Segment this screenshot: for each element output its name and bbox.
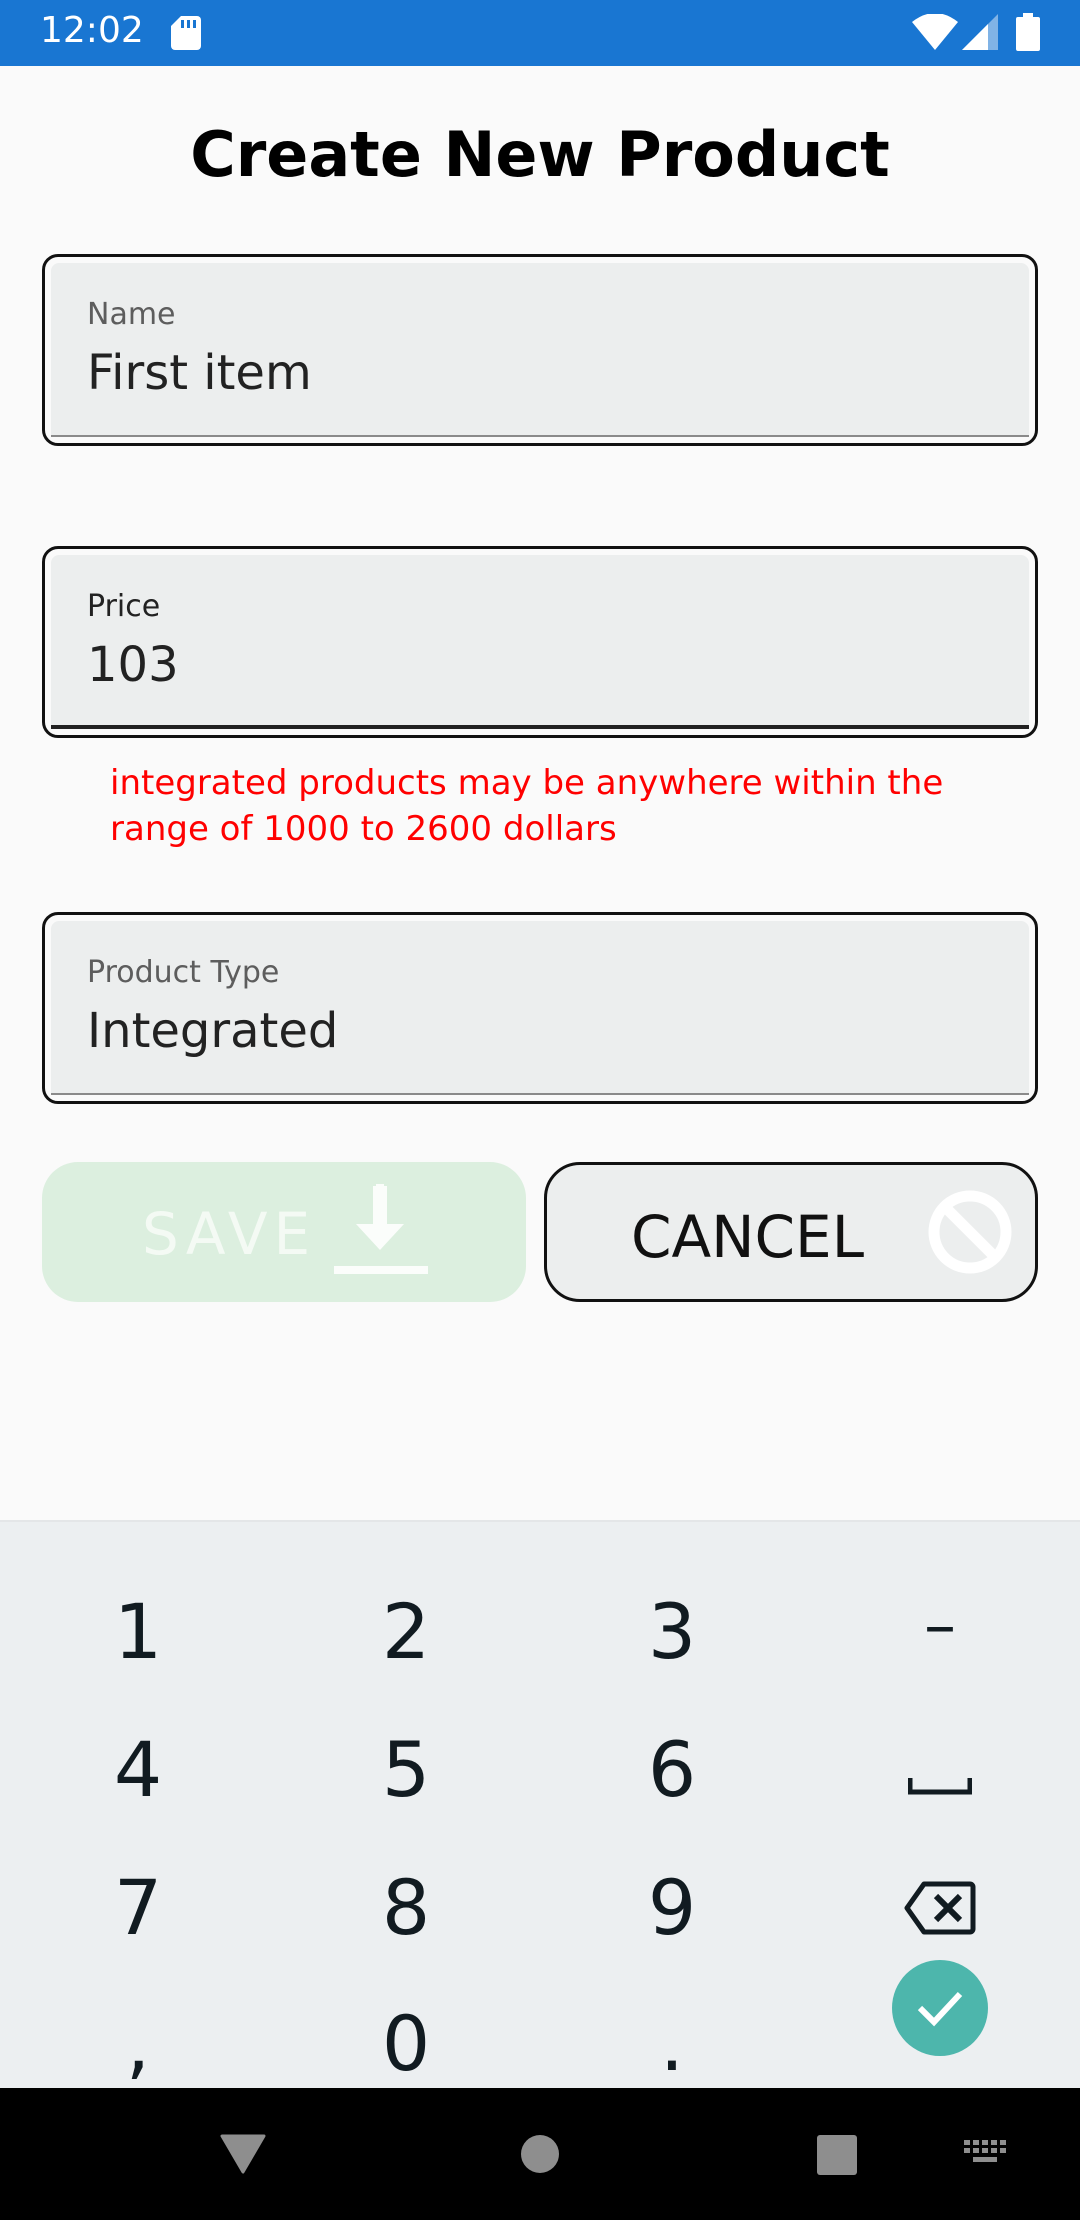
status-time: 12:02 (40, 10, 144, 51)
key-period[interactable]: . (572, 1984, 772, 2104)
cell-signal-icon (962, 14, 998, 50)
key-minus[interactable]: – (840, 1566, 1040, 1686)
key-2[interactable]: 2 (306, 1572, 506, 1692)
product-type-value[interactable]: Integrated (87, 1003, 338, 1059)
key-backspace[interactable] (840, 1848, 1040, 1968)
price-input[interactable]: Price 103 (51, 555, 1029, 729)
keyboard-switch-icon[interactable] (964, 2140, 1008, 2166)
home-icon[interactable] (520, 2134, 560, 2174)
key-comma[interactable]: , (38, 1984, 238, 2104)
product-type-field[interactable]: Product Type Integrated (42, 912, 1038, 1104)
key-6[interactable]: 6 (572, 1710, 772, 1830)
wifi-icon (912, 14, 958, 50)
numeric-keyboard: 1 2 3 – 4 5 6 7 8 9 , 0 . (0, 1520, 1080, 2090)
save-button[interactable]: SAVE (42, 1162, 526, 1302)
key-1[interactable]: 1 (38, 1572, 238, 1692)
name-input[interactable]: Name First item (51, 263, 1029, 437)
name-field[interactable]: Name First item (42, 254, 1038, 446)
key-8[interactable]: 8 (306, 1848, 506, 1968)
backspace-icon (904, 1881, 976, 1935)
price-field[interactable]: Price 103 (42, 546, 1038, 738)
key-enter[interactable] (892, 1960, 988, 2056)
back-icon[interactable] (220, 2134, 266, 2174)
cancel-button-label: CANCEL (631, 1203, 865, 1271)
product-type-label: Product Type (87, 955, 280, 990)
key-9[interactable]: 9 (572, 1848, 772, 1968)
name-label: Name (87, 297, 176, 332)
name-value[interactable]: First item (87, 345, 312, 401)
key-5[interactable]: 5 (306, 1710, 506, 1830)
save-button-label: SAVE (142, 1200, 317, 1268)
key-3[interactable]: 3 (572, 1572, 772, 1692)
sd-card-icon (171, 16, 201, 50)
price-label: Price (87, 589, 161, 624)
status-bar: 12:02 (0, 0, 1080, 66)
page-title: Create New Product (190, 118, 890, 191)
key-0[interactable]: 0 (306, 1984, 506, 2104)
cancel-button[interactable]: CANCEL (544, 1162, 1038, 1302)
price-value[interactable]: 103 (87, 637, 179, 693)
block-icon (928, 1190, 1012, 1274)
price-error-message: integrated products may be anywhere with… (110, 763, 944, 849)
nav-bar (0, 2088, 1080, 2220)
battery-icon (1016, 13, 1040, 51)
check-icon (917, 1991, 963, 2027)
space-icon (907, 1778, 973, 1795)
key-space[interactable] (840, 1710, 1040, 1830)
product-type-input[interactable]: Product Type Integrated (51, 921, 1029, 1095)
key-7[interactable]: 7 (38, 1848, 238, 1968)
key-4[interactable]: 4 (38, 1710, 238, 1830)
recents-icon[interactable] (816, 2134, 858, 2176)
download-icon (334, 1184, 428, 1274)
